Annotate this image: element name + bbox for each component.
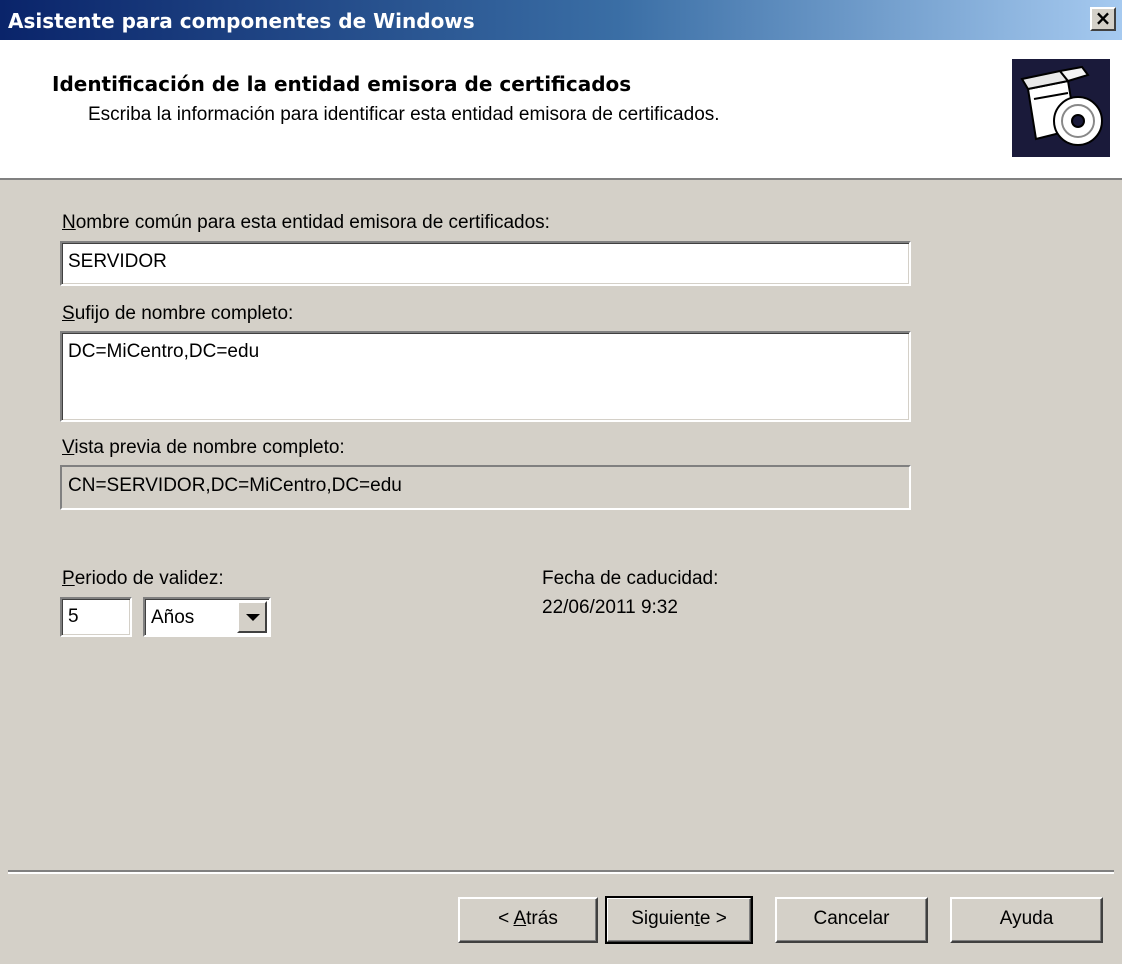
- help-button[interactable]: Ayuda: [950, 897, 1103, 943]
- expiration-label: Fecha de caducidad:: [542, 568, 719, 589]
- validity-unit-value: Años: [151, 607, 195, 628]
- validity-number-input[interactable]: 5: [60, 597, 132, 637]
- page-subtitle: Escriba la información para identificar …: [88, 104, 720, 125]
- preview-label: Vista previa de nombre completo:: [62, 437, 345, 458]
- close-icon: ×: [1094, 6, 1112, 30]
- suffix-textarea[interactable]: DC=MiCentro,DC=edu: [60, 331, 911, 422]
- software-box-cd-icon: [1012, 59, 1110, 157]
- back-button[interactable]: < Atrás: [458, 897, 598, 943]
- expiration-date: 22/06/2011 9:32: [542, 597, 678, 618]
- dropdown-arrow-button[interactable]: [237, 601, 267, 633]
- next-button[interactable]: Siguiente >: [605, 896, 753, 944]
- suffix-label: Sufijo de nombre completo:: [62, 303, 294, 324]
- window-title: Asistente para componentes de Windows: [8, 9, 475, 33]
- validity-unit-select[interactable]: Años: [143, 597, 271, 637]
- common-name-label: Nombre común para esta entidad emisora d…: [62, 212, 550, 233]
- wizard-window: Asistente para componentes de Windows × …: [0, 0, 1122, 964]
- chevron-down-icon: [246, 614, 260, 621]
- cancel-button[interactable]: Cancelar: [775, 897, 928, 943]
- close-button[interactable]: ×: [1090, 7, 1116, 31]
- validity-label: Periodo de validez:: [62, 568, 224, 589]
- title-bar[interactable]: Asistente para componentes de Windows ×: [0, 0, 1122, 40]
- common-name-input[interactable]: SERVIDOR: [60, 241, 911, 286]
- preview-field: CN=SERVIDOR,DC=MiCentro,DC=edu: [60, 465, 911, 510]
- page-title: Identificación de la entidad emisora de …: [52, 72, 632, 96]
- wizard-header: Identificación de la entidad emisora de …: [0, 40, 1122, 180]
- footer-divider: [8, 870, 1114, 874]
